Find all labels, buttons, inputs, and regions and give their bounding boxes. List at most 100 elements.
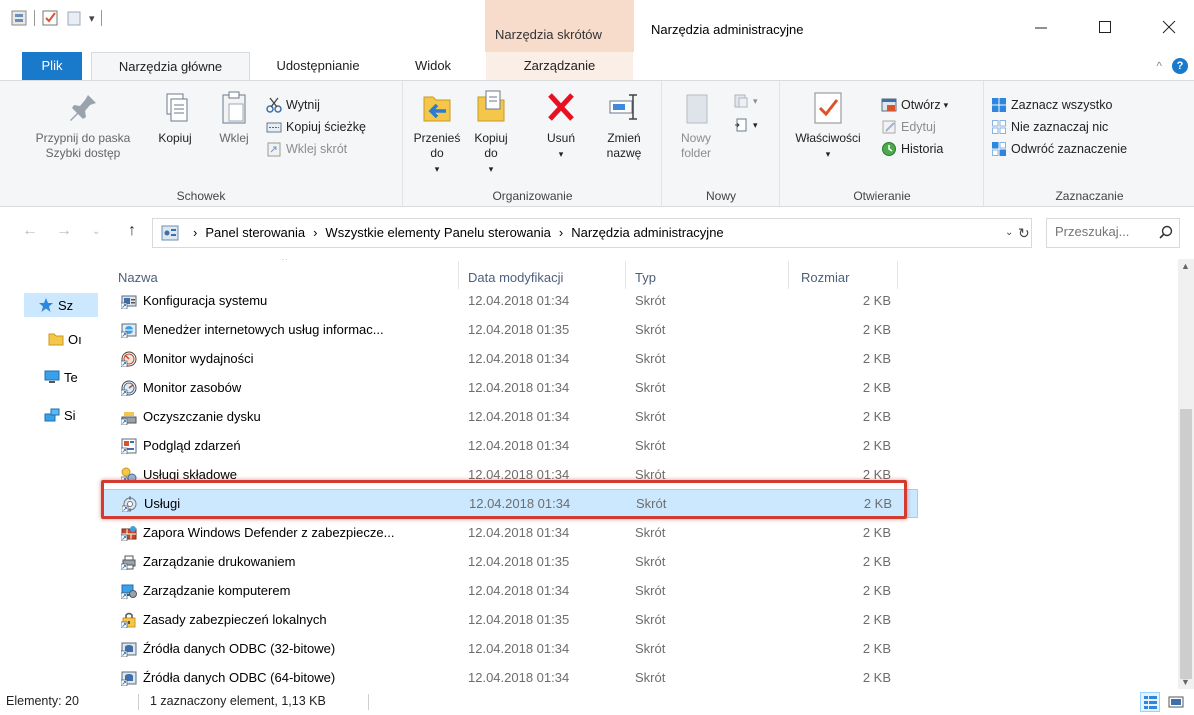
new-item-button[interactable]: ▾ (733, 91, 758, 111)
large-icons-view-button[interactable] (1166, 692, 1186, 712)
file-name-cell[interactable]: Źródła danych ODBC (32-bitowe) (120, 641, 335, 657)
file-name-cell[interactable]: Oczyszczanie dysku (120, 409, 261, 425)
search-input[interactable] (1055, 224, 1155, 239)
vertical-scrollbar[interactable]: ▲ ▼ (1178, 259, 1194, 689)
collapse-ribbon-icon[interactable]: ^ (1156, 59, 1162, 73)
file-name-cell[interactable]: Zasady zabezpieczeń lokalnych (120, 612, 327, 628)
table-row[interactable]: Oczyszczanie dysku 12.04.2018 01:34 Skrót 2… (103, 402, 918, 431)
invert-selection-label: Odwróć zaznaczenie (1011, 142, 1128, 156)
tab-file[interactable]: Plik (22, 52, 82, 80)
qat-dropdown-icon[interactable]: ▾ (89, 12, 95, 25)
minimize-button[interactable] (1018, 12, 1064, 42)
close-button[interactable] (1146, 12, 1192, 42)
file-date-cell: 12.04.2018 01:34 (468, 583, 570, 598)
file-name-cell[interactable]: Zarządzanie drukowaniem (120, 554, 295, 570)
address-bar[interactable]: › Panel sterowania › Wszystkie elementy … (152, 218, 1032, 248)
breadcrumb-separator[interactable]: › (559, 225, 563, 240)
copy-button[interactable]: Kopiuj (150, 89, 200, 146)
column-divider[interactable] (458, 261, 459, 289)
table-row[interactable]: Zarządzanie drukowaniem 12.04.2018 01:35 S… (103, 547, 918, 576)
scissors-icon (266, 97, 282, 113)
paste-shortcut-button[interactable]: Wklej skrót (266, 139, 347, 159)
scrollbar-thumb[interactable] (1180, 409, 1192, 679)
up-arrow-icon[interactable]: ↑ (128, 222, 136, 240)
column-date-header[interactable]: Data modyfikacji (468, 270, 563, 285)
properties-button[interactable]: Właściwości ▾ (787, 89, 869, 162)
nav-item-this-pc[interactable]: Te (44, 369, 78, 385)
table-row[interactable]: Źródła danych ODBC (64-bitowe) 12.04.2018… (103, 663, 918, 689)
copy-path-button[interactable]: Kopiuj ścieżkę (266, 117, 366, 137)
folder-icon (48, 331, 64, 347)
file-name-cell[interactable]: Zarządzanie komputerem (120, 583, 290, 599)
column-size-header[interactable]: Rozmiar (801, 270, 849, 285)
open-button[interactable]: Otwórz ▾ (881, 95, 948, 115)
table-row[interactable]: Konfiguracja systemu 12.04.2018 01:34 Skró… (103, 286, 918, 315)
invert-selection-button[interactable]: Odwróć zaznaczenie (991, 139, 1127, 159)
table-row[interactable]: Zasady zabezpieczeń lokalnych 12.04.2018 … (103, 605, 918, 634)
edit-button[interactable]: Edytuj (881, 117, 936, 137)
file-name-cell[interactable]: Monitor zasobów (120, 380, 241, 396)
easy-access-button[interactable]: ▾ (733, 115, 758, 135)
column-divider[interactable] (788, 261, 789, 289)
nav-item-network[interactable]: Si (44, 407, 76, 423)
breadcrumb-separator[interactable]: › (313, 225, 317, 240)
refresh-icon[interactable]: ↻ (1018, 225, 1030, 242)
help-icon[interactable]: ? (1172, 58, 1188, 74)
scroll-up-icon[interactable]: ▲ (1181, 261, 1190, 271)
tab-view[interactable]: Widok (402, 52, 464, 80)
history-button[interactable]: Historia (881, 139, 943, 159)
table-row[interactable]: Źródła danych ODBC (32-bitowe) 12.04.2018… (103, 634, 918, 663)
scroll-down-icon[interactable]: ▼ (1181, 677, 1190, 687)
selection-callout-frame (101, 480, 907, 519)
forward-arrow-icon[interactable]: → (56, 222, 72, 240)
breadcrumb-separator[interactable]: › (193, 225, 197, 240)
nav-item-quick-access[interactable]: Sz (24, 293, 98, 317)
table-row[interactable]: Monitor wydajności 12.04.2018 01:34 Skrót 2… (103, 344, 918, 373)
properties-qat-icon[interactable] (10, 9, 28, 27)
select-all-button[interactable]: Zaznacz wszystko (991, 95, 1112, 115)
details-view-button[interactable] (1140, 692, 1160, 712)
breadcrumb-all-items[interactable]: Wszystkie elementy Panelu sterowania (325, 225, 550, 240)
back-arrow-icon[interactable]: ← (22, 222, 38, 240)
file-name-cell[interactable]: Podgląd zdarzeń (120, 438, 241, 454)
tab-home[interactable]: Narzędzia główne (91, 52, 250, 80)
file-name-cell[interactable]: Źródła danych ODBC (64-bitowe) (120, 670, 335, 686)
maximize-button[interactable] (1082, 12, 1128, 42)
table-row[interactable]: Menedżer internetowych usług informac...… (103, 315, 918, 344)
pin-icon (66, 89, 100, 127)
delete-button[interactable]: Usuń ▾ (536, 89, 586, 162)
tab-share[interactable]: Udostępnianie (258, 52, 378, 80)
column-divider[interactable] (897, 261, 898, 289)
copy-to-button[interactable]: Kopiuj do ▾ (466, 89, 516, 177)
table-row[interactable]: Podgląd zdarzeń 12.04.2018 01:34 Skrót 2 KB (103, 431, 918, 460)
new-folder-qat-icon[interactable] (65, 9, 83, 27)
search-box[interactable] (1046, 218, 1180, 248)
pin-quick-access-button[interactable]: Przypnij do paska Szybki dostęp (20, 89, 146, 161)
copy-path-label: Kopiuj ścieżkę (286, 120, 366, 134)
table-row[interactable]: Zarządzanie komputerem 12.04.2018 01:34 Sk… (103, 576, 918, 605)
column-name-header[interactable]: Nazwa (118, 270, 158, 285)
checkbox-qat-icon[interactable] (41, 9, 59, 27)
file-name-cell[interactable]: Monitor wydajności (120, 351, 254, 367)
file-size-cell: 2 KB (862, 351, 891, 366)
table-row[interactable]: Zapora Windows Defender z zabezpiecze...… (103, 518, 918, 547)
tab-manage[interactable]: Zarządzanie (486, 52, 633, 80)
recent-locations-chevron-icon[interactable]: ⌄ (92, 226, 100, 237)
copy-label: Kopiuj (158, 131, 192, 145)
file-name-cell[interactable]: Zapora Windows Defender z zabezpiecze... (120, 525, 394, 541)
column-divider[interactable] (625, 261, 626, 289)
file-name-cell[interactable]: Menedżer internetowych usług informac... (120, 322, 384, 338)
file-name-cell[interactable]: Konfiguracja systemu (120, 293, 267, 309)
move-to-button[interactable]: Przenieś do ▾ (412, 89, 462, 177)
breadcrumb-admin-tools[interactable]: Narzędzia administracyjne (571, 225, 723, 240)
cut-button[interactable]: Wytnij (266, 95, 320, 115)
select-none-button[interactable]: Nie zaznaczaj nic (991, 117, 1108, 137)
column-type-header[interactable]: Typ (635, 270, 656, 285)
table-row[interactable]: Monitor zasobów 12.04.2018 01:34 Skrót 2 KB (103, 373, 918, 402)
nav-item-onedrive[interactable]: Oı (48, 331, 82, 347)
breadcrumb-control-panel[interactable]: Panel sterowania (205, 225, 305, 240)
new-folder-button[interactable]: Nowy folder (671, 89, 721, 161)
address-dropdown-icon[interactable]: ⌄ (1005, 227, 1013, 238)
rename-button[interactable]: Zmień nazwę (598, 89, 650, 161)
paste-button[interactable]: Wklej (210, 89, 258, 146)
